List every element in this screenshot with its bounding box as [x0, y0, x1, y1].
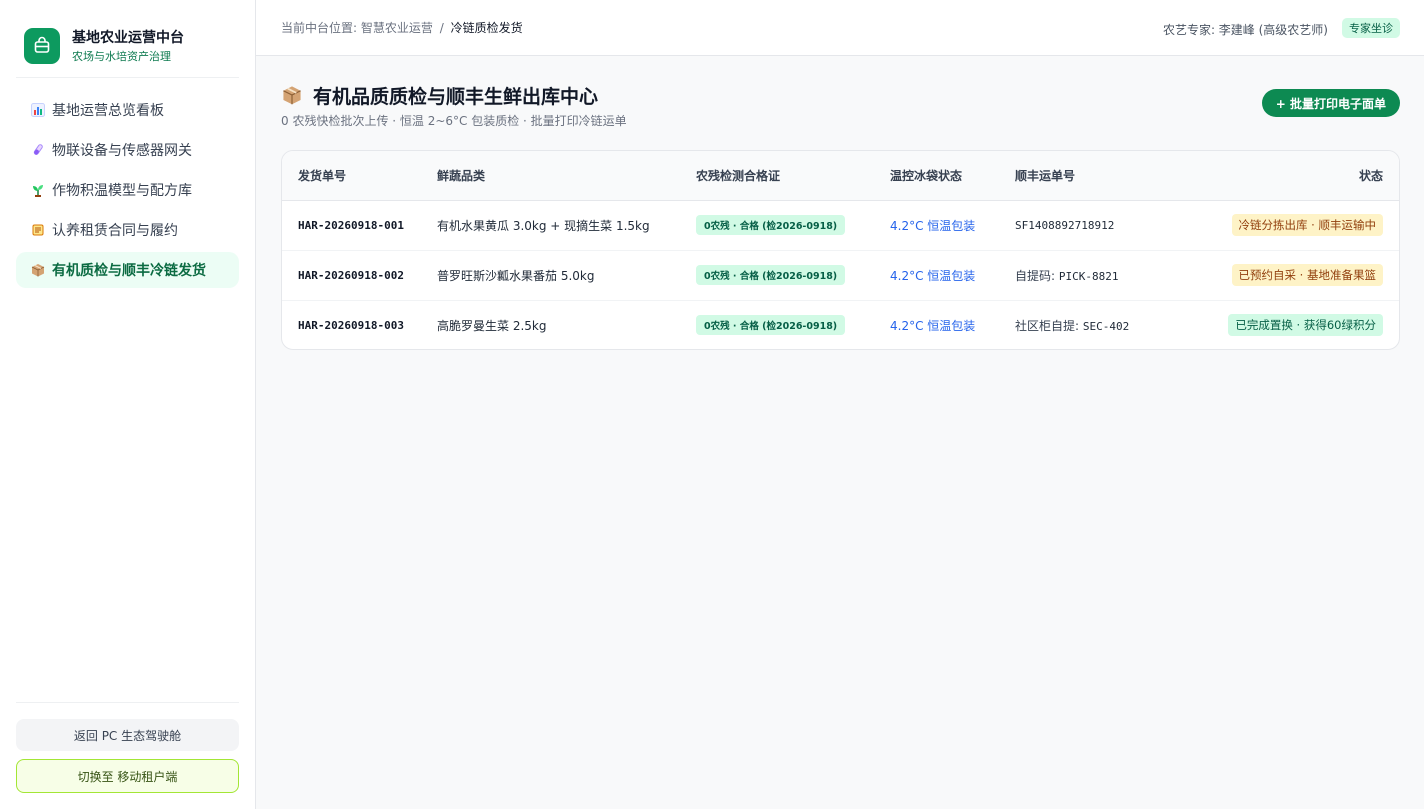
breadcrumb: 当前中台位置: 智慧农业运营 / 冷链质检发货: [281, 19, 523, 36]
sidebar-item-label: 基地运营总览看板: [52, 103, 164, 119]
breadcrumb-prefix: 当前中台位置:: [281, 21, 358, 35]
sidebar-item-overview[interactable]: 基地运营总览看板: [16, 92, 239, 128]
switch-mobile-button[interactable]: 切换至 移动租户端: [16, 759, 239, 793]
product-name: 有机水果黄瓜 3.0kg + 现摘生菜 1.5kg: [437, 218, 650, 233]
breadcrumb-parent[interactable]: 智慧农业运营: [361, 21, 433, 35]
column-header: 发货单号: [282, 151, 437, 201]
page-header: 有机品质质检与顺丰生鲜出库中心 0 农残快检批次上传 · 恒温 2~6°C 包装…: [281, 82, 627, 129]
bar-chart-icon: [30, 102, 46, 118]
sidebar-item-label: 有机质检与顺丰冷链发货: [52, 263, 206, 279]
page-subtitle: 0 农残快检批次上传 · 恒温 2~6°C 包装质检 · 批量打印冷链运单: [281, 114, 627, 128]
qc-badge: 0农残 · 合格 (检2026-0918): [696, 315, 846, 336]
order-id: HAR-20260918-002: [298, 269, 404, 282]
qc-badge: 0农残 · 合格 (检2026-0918): [696, 265, 846, 285]
package-icon: [30, 262, 46, 278]
column-header: 状态: [1205, 151, 1399, 201]
expert-badge[interactable]: 专家坐诊: [1342, 18, 1400, 38]
tracking-code: SEC-402: [1082, 319, 1130, 333]
breadcrumb-separator: /: [439, 21, 444, 35]
column-header: 温控冰袋状态: [890, 151, 1015, 201]
table-header-row: 发货单号 鲜蔬品类 农残检测合格证 温控冰袋状态 顺丰运单号 状态: [282, 151, 1399, 201]
sidebar: 基地农业运营中台 农场与水培资产治理 基地运营总览看板 物联设备与传感器网关 作…: [0, 0, 256, 809]
sidebar-item-iot[interactable]: 物联设备与传感器网关: [16, 132, 239, 168]
column-header: 顺丰运单号: [1015, 151, 1205, 201]
tracking-code: PICK-8821: [1058, 269, 1119, 283]
test-tube-icon: [30, 142, 46, 158]
product-name: 高脆罗曼生菜 2.5kg: [437, 318, 547, 333]
breadcrumb-current: 冷链质检发货: [450, 21, 523, 35]
product-name: 普罗旺斯沙瓤水果番茄 5.0kg: [437, 268, 595, 283]
scroll-icon: [30, 222, 46, 238]
sidebar-item-crop-model[interactable]: 作物积温模型与配方库: [16, 172, 239, 208]
sidebar-item-contracts[interactable]: 认养租赁合同与履约: [16, 212, 239, 248]
page-title: 有机品质质检与顺丰生鲜出库中心: [313, 85, 599, 108]
brand-title: 基地农业运营中台: [72, 30, 184, 46]
package-icon: [281, 84, 303, 106]
brand: 基地农业运营中台 农场与水培资产治理: [16, 24, 239, 78]
tracking-prefix: 社区柜自提:: [1015, 318, 1080, 333]
qc-badge: 0农残 · 合格 (检2026-0918): [696, 215, 846, 235]
sidebar-footer: 返回 PC 生态驾驶舱 切换至 移动租户端: [16, 702, 239, 793]
expert-info: 农艺专家: 李建峰 (高级农艺师): [1162, 23, 1328, 37]
order-id: HAR-20260918-001: [298, 219, 404, 232]
sidebar-item-qc-shipping[interactable]: 有机质检与顺丰冷链发货: [16, 252, 239, 288]
basket-icon: [24, 28, 60, 64]
sidebar-item-label: 物联设备与传感器网关: [52, 143, 192, 159]
tracking-prefix: 自提码:: [1015, 268, 1056, 283]
column-header: 农残检测合格证: [696, 151, 890, 201]
sidebar-item-label: 认养租赁合同与履约: [52, 223, 178, 239]
tracking-code: SF1408892718912: [1015, 219, 1115, 232]
status-badge: 已完成置换 · 获得60绿积分: [1228, 314, 1383, 337]
status-badge: 已预约自采 · 基地准备果篮: [1231, 264, 1383, 286]
batch-print-button[interactable]: + 批量打印电子面单: [1261, 89, 1400, 117]
temperature-status: 4.2°C 恒温包装: [890, 318, 976, 333]
status-badge: 冷链分拣出库 · 顺丰运输中: [1231, 214, 1383, 236]
order-id: HAR-20260918-003: [298, 319, 404, 333]
temperature-status: 4.2°C 恒温包装: [890, 268, 976, 283]
shipment-table: 发货单号 鲜蔬品类 农残检测合格证 温控冰袋状态 顺丰运单号 状态 HAR-20…: [281, 150, 1400, 350]
seedling-icon: [30, 182, 46, 198]
sidebar-item-label: 作物积温模型与配方库: [52, 183, 192, 199]
brand-subtitle: 农场与水培资产治理: [72, 50, 171, 63]
column-header: 鲜蔬品类: [437, 151, 696, 201]
sidebar-nav: 基地运营总览看板 物联设备与传感器网关 作物积温模型与配方库 认养租赁合同与履约…: [16, 92, 239, 292]
topbar: 当前中台位置: 智慧农业运营 / 冷链质检发货 农艺专家: 李建峰 (高级农艺师…: [256, 0, 1424, 56]
table-row[interactable]: HAR-20260918-002 普罗旺斯沙瓤水果番茄 5.0kg 0农残 · …: [282, 249, 1399, 300]
table-row[interactable]: HAR-20260918-001 有机水果黄瓜 3.0kg + 现摘生菜 1.5…: [282, 200, 1399, 250]
temperature-status: 4.2°C 恒温包装: [890, 218, 976, 233]
table-row[interactable]: HAR-20260918-003 高脆罗曼生菜 2.5kg 0农残 · 合格 (…: [282, 299, 1399, 349]
return-pc-button[interactable]: 返回 PC 生态驾驶舱: [16, 719, 239, 751]
